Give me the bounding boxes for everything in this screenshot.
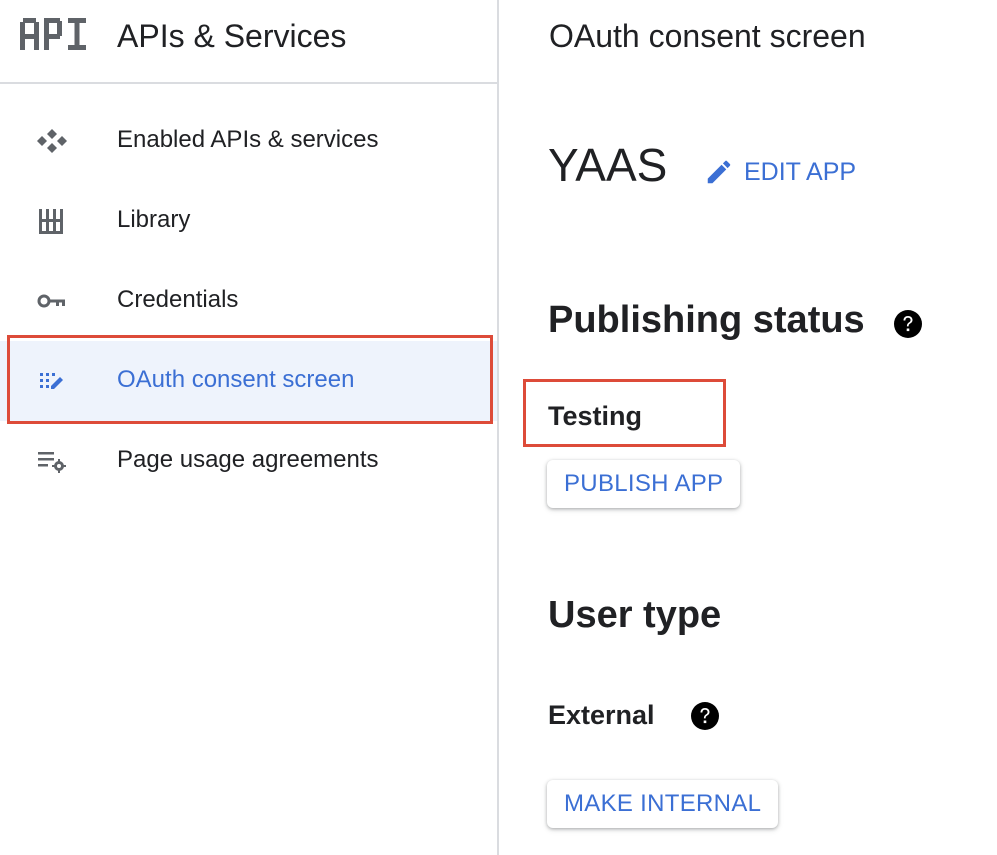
sidebar-item-label: Page usage agreements	[117, 446, 379, 473]
key-icon	[37, 294, 65, 308]
page-usage-settings-icon	[38, 452, 66, 473]
sidebar: APIs & Services Enabled APIs & services	[0, 0, 499, 855]
sidebar-item-label: Enabled APIs & services	[117, 126, 379, 153]
publishing-status-heading: Publishing status	[548, 299, 865, 341]
help-icon[interactable]	[690, 701, 720, 731]
sidebar-item-oauth-consent[interactable]: OAuth consent screen	[0, 341, 497, 421]
help-icon[interactable]	[893, 309, 923, 339]
app-name: YAAS	[548, 139, 668, 191]
enabled-apis-icon	[37, 129, 67, 153]
sidebar-item-page-usage-agreements[interactable]: Page usage agreements	[0, 421, 497, 501]
sidebar-item-enabled-apis[interactable]: Enabled APIs & services	[0, 101, 497, 181]
library-icon	[39, 209, 63, 234]
api-logo-icon	[20, 18, 86, 50]
sidebar-item-label: Library	[117, 206, 191, 233]
app-title: APIs & Services	[117, 18, 347, 54]
user-type-heading: User type	[548, 594, 722, 636]
main-content: OAuth consent screen YAAS EDIT APP Publi…	[499, 0, 997, 855]
publishing-status-value: Testing	[548, 401, 642, 431]
sidebar-item-label: Credentials	[117, 286, 239, 313]
sidebar-item-label: OAuth consent screen	[117, 366, 355, 393]
pencil-icon	[707, 160, 731, 184]
oauth-consent-icon	[40, 373, 63, 389]
page-title: OAuth consent screen	[549, 18, 866, 54]
edit-app-label: EDIT APP	[744, 157, 857, 186]
make-internal-button[interactable]: MAKE INTERNAL	[547, 780, 779, 828]
edit-app-button[interactable]: EDIT APP	[704, 154, 856, 190]
sidebar-header: APIs & Services	[0, 0, 497, 84]
sidebar-item-credentials[interactable]: Credentials	[0, 261, 497, 341]
publish-app-button[interactable]: PUBLISH APP	[547, 460, 741, 508]
sidebar-item-library[interactable]: Library	[0, 181, 497, 261]
user-type-value: External	[548, 700, 655, 730]
